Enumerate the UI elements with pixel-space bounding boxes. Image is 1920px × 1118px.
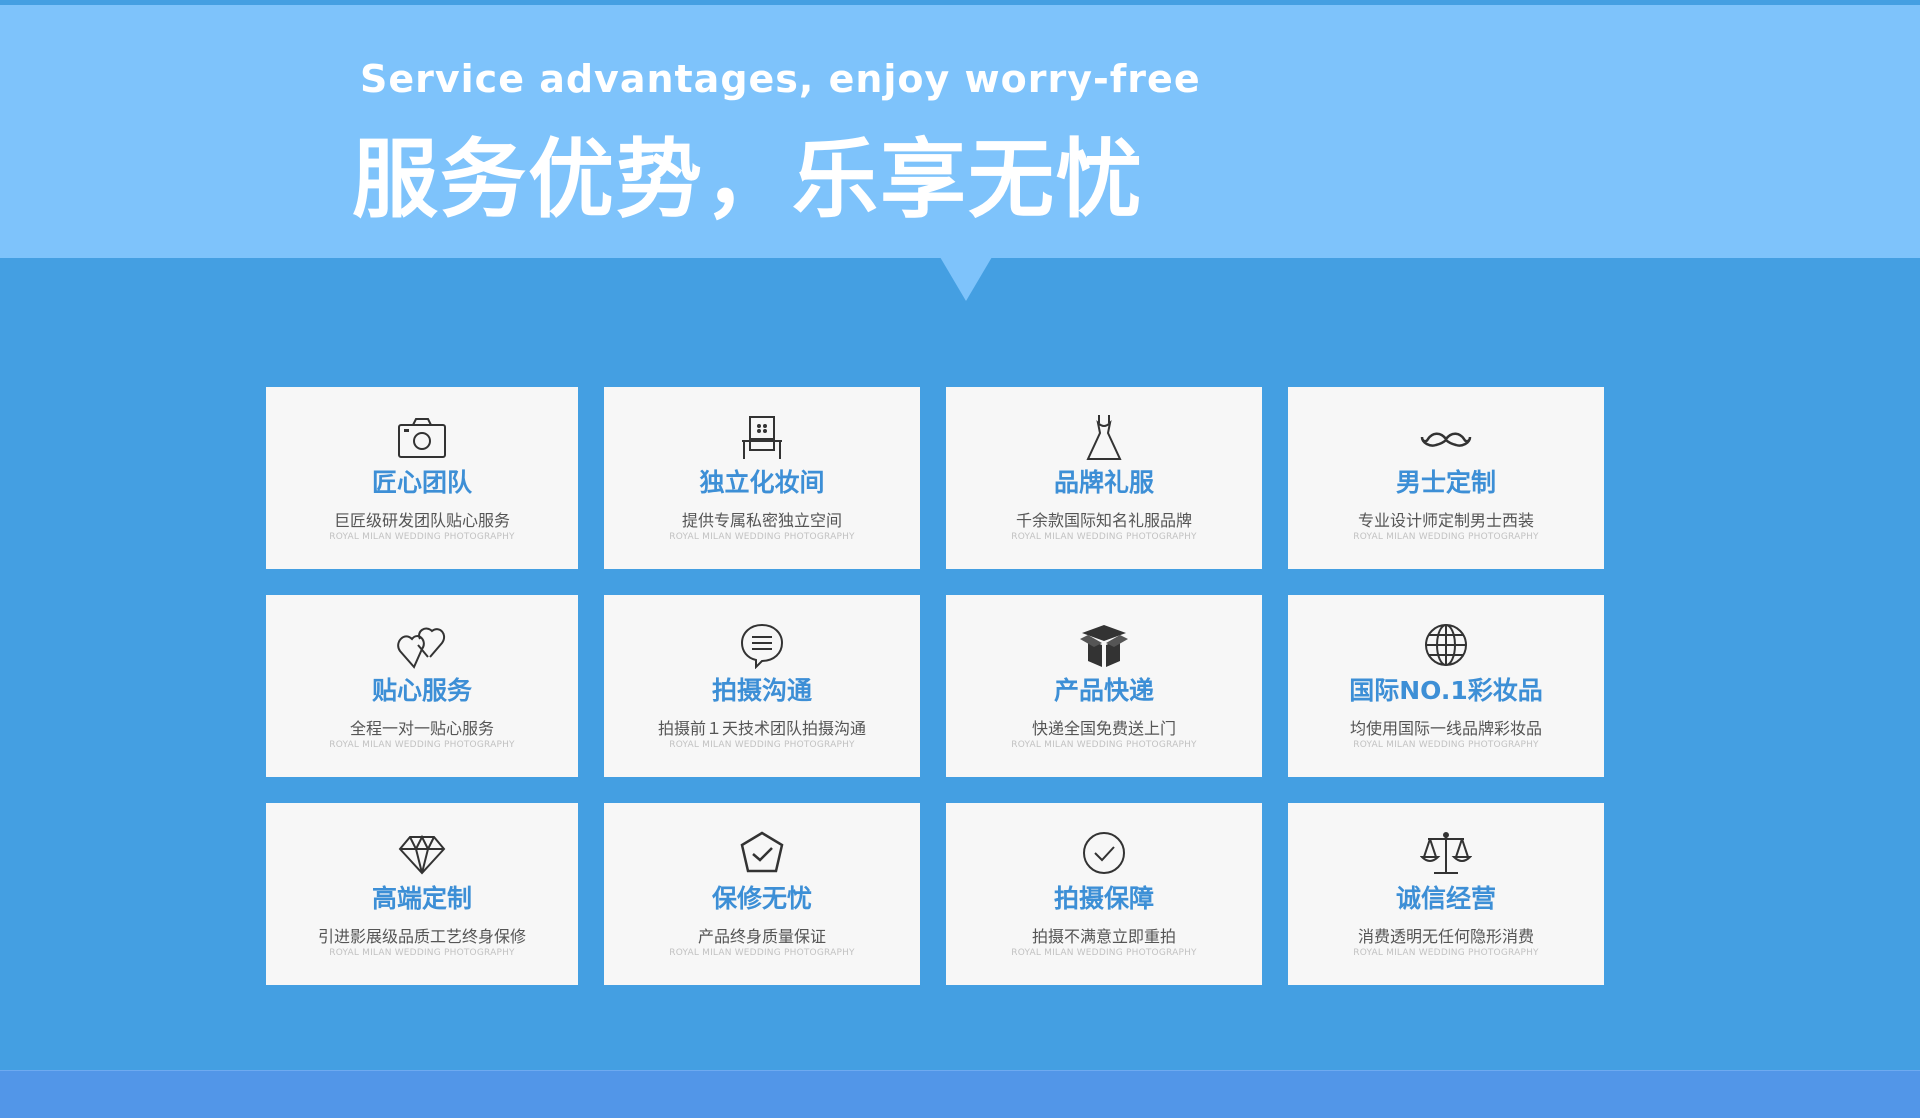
card-english-caption: ROYAL MILAN WEDDING PHOTOGRAPHY [1353, 948, 1539, 958]
globe-icon [1420, 621, 1472, 669]
card-title: 贴心服务 [371, 676, 472, 705]
card-title: 男士定制 [1395, 468, 1496, 497]
card-title: 保修无忧 [711, 884, 812, 913]
card-description: 巨匠级研发团队贴心服务 [333, 511, 510, 530]
card-description: 消费透明无任何隐形消费 [1357, 927, 1534, 946]
card-english-caption: ROYAL MILAN WEDDING PHOTOGRAPHY [669, 532, 855, 542]
card-title: 国际NO.1彩妆品 [1349, 676, 1543, 705]
service-card: 国际NO.1彩妆品 均使用国际一线品牌彩妆品 ROYAL MILAN WEDDI… [1288, 595, 1604, 777]
card-title: 独立化妆间 [699, 468, 825, 497]
card-title: 拍摄沟通 [711, 676, 812, 705]
card-english-caption: ROYAL MILAN WEDDING PHOTOGRAPHY [329, 948, 515, 958]
header-title: 服务优势，乐享无忧 [352, 130, 1144, 230]
services-grid: 匠心团队 巨匠级研发团队贴心服务 ROYAL MILAN WEDDING PHO… [266, 387, 1604, 985]
service-card: 匠心团队 巨匠级研发团队贴心服务 ROYAL MILAN WEDDING PHO… [266, 387, 578, 569]
card-title: 拍摄保障 [1053, 884, 1154, 913]
card-description: 全程一对一贴心服务 [349, 719, 494, 738]
service-card: 拍摄保障 拍摄不满意立即重拍 ROYAL MILAN WEDDING PHOTO… [946, 803, 1262, 985]
footer-bar [0, 1070, 1920, 1118]
service-card: 高端定制 引进影展级品质工艺终身保修 ROYAL MILAN WEDDING P… [266, 803, 578, 985]
service-card: 独立化妆间 提供专属私密独立空间 ROYAL MILAN WEDDING PHO… [604, 387, 920, 569]
camera-icon [396, 413, 448, 461]
card-description: 拍摄前１天技术团队拍摄沟通 [657, 719, 866, 738]
card-english-caption: ROYAL MILAN WEDDING PHOTOGRAPHY [1011, 532, 1197, 542]
card-description: 产品终身质量保证 [697, 927, 826, 946]
card-description: 专业设计师定制男士西装 [1357, 511, 1534, 530]
card-english-caption: ROYAL MILAN WEDDING PHOTOGRAPHY [1011, 948, 1197, 958]
header-banner: Service advantages, enjoy worry-free 服务优… [0, 5, 1920, 258]
service-card: 产品快递 快递全国免费送上门 ROYAL MILAN WEDDING PHOTO… [946, 595, 1262, 777]
card-description: 均使用国际一线品牌彩妆品 [1349, 719, 1542, 738]
card-title: 匠心团队 [371, 468, 472, 497]
card-description: 提供专属私密独立空间 [681, 511, 842, 530]
service-card: 品牌礼服 千余款国际知名礼服品牌 ROYAL MILAN WEDDING PHO… [946, 387, 1262, 569]
chat-bubble-icon [736, 621, 788, 669]
check-circle-icon [1078, 829, 1130, 877]
card-title: 诚信经营 [1395, 884, 1496, 913]
card-title: 高端定制 [371, 884, 472, 913]
card-english-caption: ROYAL MILAN WEDDING PHOTOGRAPHY [1353, 740, 1539, 750]
dress-icon [1078, 413, 1130, 461]
service-card: 男士定制 专业设计师定制男士西装 ROYAL MILAN WEDDING PHO… [1288, 387, 1604, 569]
service-card: 贴心服务 全程一对一贴心服务 ROYAL MILAN WEDDING PHOTO… [266, 595, 578, 777]
card-english-caption: ROYAL MILAN WEDDING PHOTOGRAPHY [1011, 740, 1197, 750]
hearts-icon [396, 621, 448, 669]
shield-check-icon [736, 829, 788, 877]
service-card: 保修无忧 产品终身质量保证 ROYAL MILAN WEDDING PHOTOG… [604, 803, 920, 985]
scales-icon [1420, 829, 1472, 877]
card-description: 引进影展级品质工艺终身保修 [317, 927, 526, 946]
banner-pointer [940, 257, 992, 301]
service-card: 诚信经营 消费透明无任何隐形消费 ROYAL MILAN WEDDING PHO… [1288, 803, 1604, 985]
header-subtitle: Service advantages, enjoy worry-free [360, 57, 1201, 101]
dressing-table-icon [736, 413, 788, 461]
card-description: 拍摄不满意立即重拍 [1031, 927, 1176, 946]
service-card: 拍摄沟通 拍摄前１天技术团队拍摄沟通 ROYAL MILAN WEDDING P… [604, 595, 920, 777]
card-title: 产品快递 [1053, 676, 1154, 705]
card-english-caption: ROYAL MILAN WEDDING PHOTOGRAPHY [669, 740, 855, 750]
mustache-icon [1420, 413, 1472, 461]
diamond-icon [396, 829, 448, 877]
card-description: 千余款国际知名礼服品牌 [1015, 511, 1192, 530]
card-description: 快递全国免费送上门 [1031, 719, 1176, 738]
card-english-caption: ROYAL MILAN WEDDING PHOTOGRAPHY [1353, 532, 1539, 542]
card-english-caption: ROYAL MILAN WEDDING PHOTOGRAPHY [329, 532, 515, 542]
card-english-caption: ROYAL MILAN WEDDING PHOTOGRAPHY [669, 948, 855, 958]
box-icon [1078, 621, 1130, 669]
card-title: 品牌礼服 [1053, 468, 1154, 497]
card-english-caption: ROYAL MILAN WEDDING PHOTOGRAPHY [329, 740, 515, 750]
